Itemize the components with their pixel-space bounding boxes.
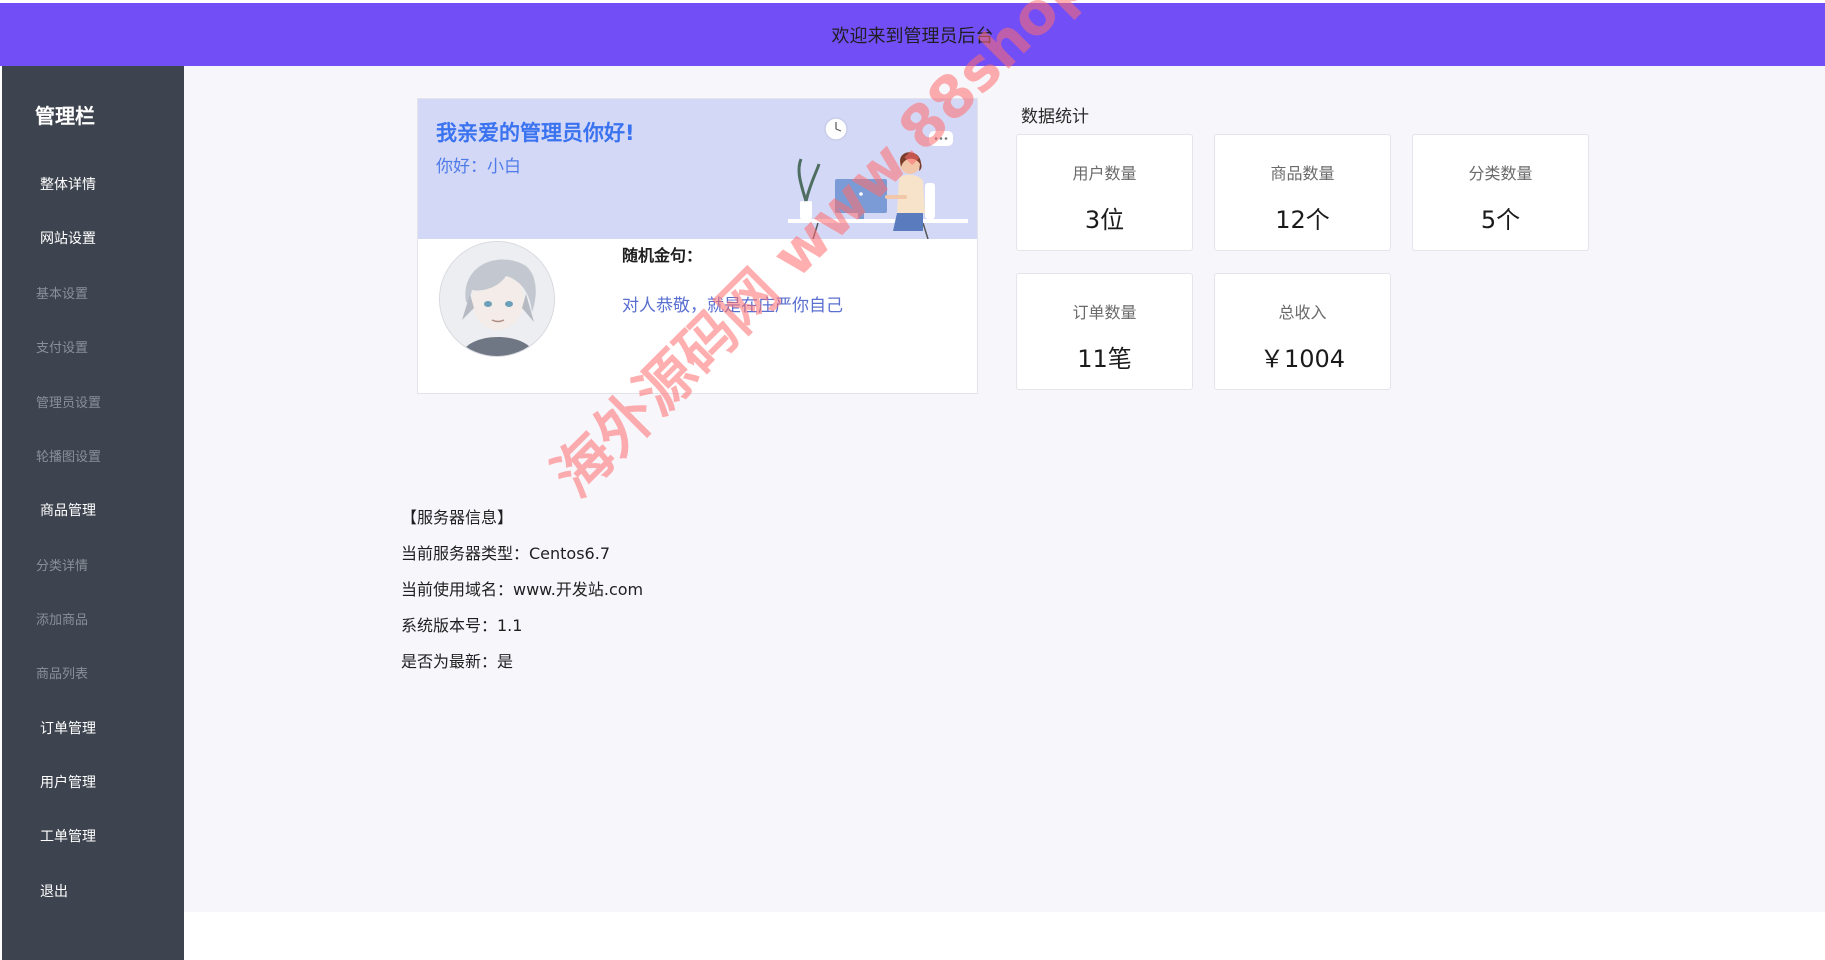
- stat-label: 商品数量: [1270, 164, 1335, 183]
- stat-value: 12个: [1275, 206, 1330, 234]
- sidebar-item-logout[interactable]: 退出: [40, 881, 68, 901]
- sidebar-item-basic-settings[interactable]: 基本设置: [36, 283, 88, 302]
- server-type: 当前服务器类型：Centos6.7: [401, 544, 611, 563]
- stats-title: 数据统计: [1021, 107, 1089, 127]
- sidebar-item-order-management[interactable]: 订单管理: [40, 718, 96, 738]
- quote-text: 对人恭敬，就是在庄严你自己: [622, 296, 843, 316]
- top-header: 欢迎来到管理员后台: [0, 0, 1825, 66]
- sidebar-item-user-management[interactable]: 用户管理: [40, 772, 96, 792]
- sidebar: 管理栏 整体详情 网站设置 基本设置 支付设置 管理员设置 轮播图设置 商品管理…: [0, 66, 184, 960]
- stat-card-revenue: 总收入 ￥1004: [1214, 273, 1391, 390]
- sidebar-item-ticket-management[interactable]: 工单管理: [40, 826, 96, 846]
- stat-label: 总收入: [1278, 303, 1327, 322]
- stat-value: 5个: [1480, 206, 1521, 234]
- admin-avatar: [439, 241, 555, 357]
- server-info: 【服务器信息】 当前服务器类型：Centos6.7 当前使用域名：www.开发站…: [401, 508, 643, 688]
- is-latest: 是否为最新：是: [401, 652, 514, 671]
- stat-value: ￥1004: [1259, 345, 1346, 373]
- sidebar-item-payment-settings[interactable]: 支付设置: [36, 337, 88, 356]
- stat-label: 用户数量: [1072, 164, 1137, 183]
- welcome-card: 我亲爱的管理员你好! 你好：小白 随机金句： 对人恭敬，就是在庄严你自己: [417, 98, 978, 394]
- welcome-heading: 我亲爱的管理员你好!: [436, 121, 635, 145]
- header-title: 欢迎来到管理员后台: [831, 25, 994, 47]
- sidebar-item-add-product[interactable]: 添加商品: [36, 609, 88, 628]
- sidebar-item-admin-settings[interactable]: 管理员设置: [36, 392, 101, 411]
- stat-label: 订单数量: [1072, 303, 1137, 322]
- sidebar-item-product-list[interactable]: 商品列表: [36, 663, 88, 682]
- sidebar-item-site-settings[interactable]: 网站设置: [40, 228, 96, 248]
- quote-label: 随机金句：: [622, 246, 703, 265]
- stat-value: 11笔: [1077, 345, 1132, 373]
- server-domain: 当前使用域名：www.开发站.com: [401, 580, 644, 599]
- welcome-greeting: 你好：小白: [436, 157, 521, 177]
- stat-card-orders: 订单数量 11笔: [1016, 273, 1193, 390]
- server-info-heading: 【服务器信息】: [401, 508, 514, 527]
- stat-card-categories: 分类数量 5个: [1412, 134, 1589, 251]
- stat-card-products: 商品数量 12个: [1214, 134, 1391, 251]
- system-version: 系统版本号：1.1: [401, 616, 523, 635]
- sidebar-title: 管理栏: [35, 104, 95, 128]
- anime-avatar-icon: [440, 242, 554, 356]
- welcome-banner: 我亲爱的管理员你好! 你好：小白: [418, 99, 977, 239]
- sidebar-item-category-details[interactable]: 分类详情: [36, 555, 88, 574]
- stat-label: 分类数量: [1468, 164, 1533, 183]
- office-illustration-icon: [788, 117, 968, 239]
- sidebar-item-product-management[interactable]: 商品管理: [40, 500, 96, 520]
- stat-value: 3位: [1084, 206, 1125, 234]
- sidebar-item-carousel-settings[interactable]: 轮播图设置: [36, 446, 101, 465]
- stat-card-users: 用户数量 3位: [1016, 134, 1193, 251]
- sidebar-item-overview[interactable]: 整体详情: [40, 174, 96, 194]
